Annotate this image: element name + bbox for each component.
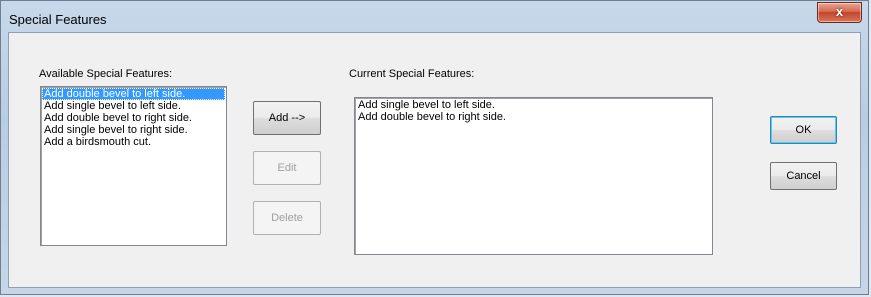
edit-button[interactable]: Edit xyxy=(253,151,321,185)
add-button[interactable]: Add --> xyxy=(253,101,321,135)
cancel-button[interactable]: Cancel xyxy=(770,162,837,190)
list-item[interactable]: Add single bevel to left side. xyxy=(42,100,225,112)
list-item[interactable]: Add a birdsmouth cut. xyxy=(42,136,225,148)
title-bar[interactable]: Special Features x xyxy=(1,1,868,33)
list-item[interactable]: Add double bevel to right side. xyxy=(42,112,225,124)
delete-button[interactable]: Delete xyxy=(253,201,321,235)
close-icon: x xyxy=(835,4,844,19)
list-item[interactable]: Add single bevel to left side. xyxy=(356,99,711,111)
close-button[interactable]: x xyxy=(817,2,862,23)
special-features-dialog: Special Features x Available Special Fea… xyxy=(0,0,869,295)
ok-button[interactable]: OK xyxy=(770,116,837,144)
list-item[interactable]: Add single bevel to right side. xyxy=(42,124,225,136)
available-features-label: Available Special Features: xyxy=(39,68,173,80)
list-item[interactable]: Add double bevel to left side. xyxy=(42,88,225,100)
current-features-label: Current Special Features: xyxy=(349,68,475,80)
available-features-list[interactable]: Add double bevel to left side. Add singl… xyxy=(40,86,227,246)
dialog-client-area: Available Special Features: Add double b… xyxy=(8,32,861,288)
current-features-list[interactable]: Add single bevel to left side. Add doubl… xyxy=(354,97,713,255)
window-title: Special Features xyxy=(9,12,107,27)
list-item[interactable]: Add double bevel to right side. xyxy=(356,111,711,123)
